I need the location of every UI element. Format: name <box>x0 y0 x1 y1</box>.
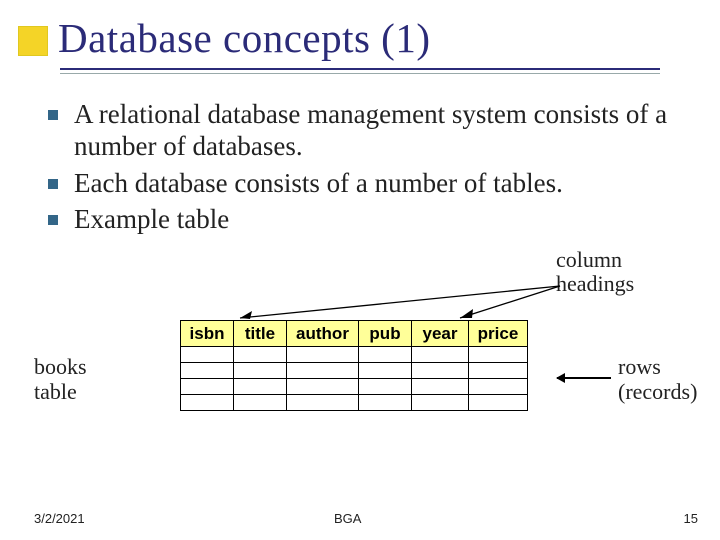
table-cell <box>287 379 359 395</box>
table-cell <box>412 347 469 363</box>
table-cell <box>287 363 359 379</box>
table-cell <box>234 347 287 363</box>
slide-title-area: Database concepts (1) <box>18 14 431 62</box>
rows-records-label: rows(records) <box>618 354 697 405</box>
rows-arrow <box>557 377 611 379</box>
slide-title: Database concepts (1) <box>58 14 431 62</box>
bullet-text: Example table <box>74 203 229 235</box>
table-cell <box>412 363 469 379</box>
table-cell <box>181 347 234 363</box>
bullet-item: Example table <box>48 203 688 235</box>
table-cell <box>287 395 359 411</box>
footer-slide-number: 15 <box>684 511 698 526</box>
table-cell <box>181 363 234 379</box>
bullet-item: Each database consists of a number of ta… <box>48 167 688 199</box>
table-cell <box>287 347 359 363</box>
column-header: year <box>412 321 469 347</box>
bullet-item: A relational database management system … <box>48 98 688 163</box>
table-cell <box>234 363 287 379</box>
title-underline-shadow <box>60 73 660 74</box>
bullet-list: A relational database management system … <box>48 98 688 240</box>
example-table: isbntitleauthorpubyearprice <box>180 320 528 411</box>
table-cell <box>469 363 528 379</box>
table-cell <box>469 347 528 363</box>
bullet-marker <box>48 215 58 225</box>
footer-center: BGA <box>334 511 361 526</box>
table-cell <box>359 379 412 395</box>
table-cell <box>359 347 412 363</box>
bullet-text: Each database consists of a number of ta… <box>74 167 563 199</box>
column-header: isbn <box>181 321 234 347</box>
footer-date: 3/2/2021 <box>34 511 85 526</box>
bullet-marker <box>48 110 58 120</box>
table-cell <box>181 379 234 395</box>
title-bullet-square <box>18 26 48 56</box>
table-cell <box>359 363 412 379</box>
table-cell <box>412 379 469 395</box>
table-cell <box>412 395 469 411</box>
table-row <box>181 363 528 379</box>
bullet-marker <box>48 179 58 189</box>
table-row <box>181 395 528 411</box>
column-header: title <box>234 321 287 347</box>
column-header: price <box>469 321 528 347</box>
books-table-label: bookstable <box>34 354 87 405</box>
table-row <box>181 379 528 395</box>
table-cell <box>359 395 412 411</box>
bullet-text: A relational database management system … <box>74 98 688 163</box>
column-header: author <box>287 321 359 347</box>
table-cell <box>469 395 528 411</box>
column-header: pub <box>359 321 412 347</box>
table-cell <box>234 379 287 395</box>
title-underline <box>60 68 660 70</box>
table-cell <box>234 395 287 411</box>
table-row <box>181 347 528 363</box>
table-cell <box>469 379 528 395</box>
table-cell <box>181 395 234 411</box>
